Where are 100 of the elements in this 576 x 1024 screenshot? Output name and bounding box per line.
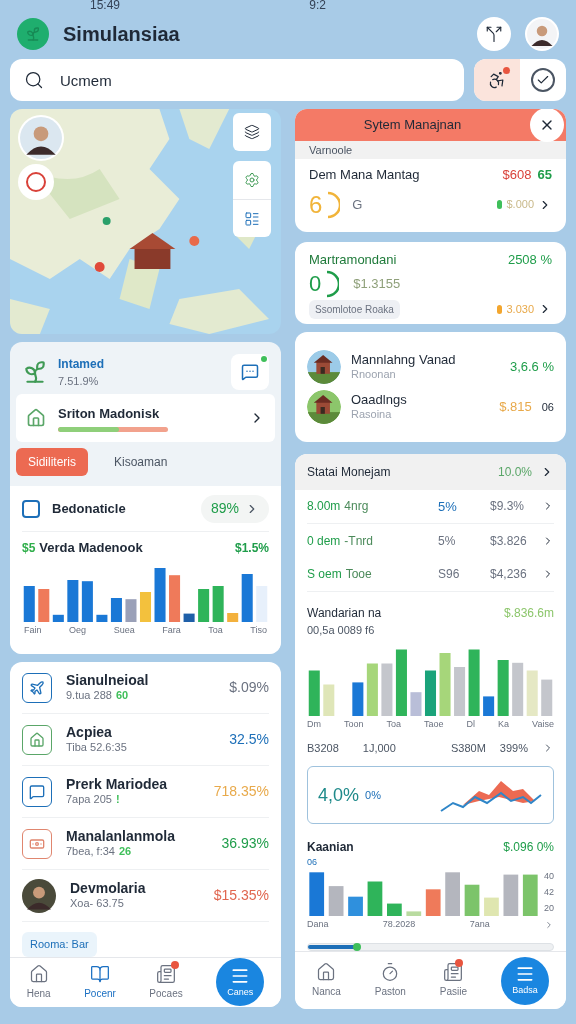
bar [464,884,480,916]
nav-item[interactable]: Pasiie [439,962,468,1000]
summary-title: Bedonaticle [52,499,127,518]
axis-label: 40 [544,869,554,883]
bar [454,667,466,717]
bar [309,872,325,916]
nav-item[interactable]: Pocaes [149,963,183,1001]
place-title: Mannlahng Vanad [351,352,457,369]
bar [227,612,239,622]
row-tag: 60 [115,689,129,704]
section-label: Varnoole [295,141,566,159]
stat-value: S380M [451,740,487,756]
row-value: 32.5% [229,730,269,749]
stat-value: B3208 [307,740,340,756]
summary-pill[interactable]: 89% [200,494,269,523]
bar [96,614,108,622]
chat-button[interactable] [231,354,269,390]
nav-fab-button[interactable]: Canes [216,958,265,1007]
progress-card[interactable]: Sriton Madonisk [16,394,275,442]
list-row[interactable]: Acpiea Tiba 52.6:35 32.5% [22,714,269,766]
bar [308,670,320,717]
section-title: Wandarian na [307,604,382,622]
bar [241,573,253,622]
axis-label: 42 [544,886,554,900]
nav-item[interactable]: Nanca [311,962,341,1000]
bar [169,574,181,622]
nav-fab-button[interactable]: Badsa [501,956,549,1005]
bar [198,588,210,622]
bar [410,692,422,717]
axis-label: 78.2028 [382,917,416,931]
list-row[interactable]: Sianulneioal 9.tua 288 60 $.09% [22,662,269,714]
tab[interactable]: Kisoaman [102,448,180,476]
row-percent: 5% [438,532,457,550]
bar [256,585,268,622]
layers-button[interactable] [233,113,271,151]
stat-row[interactable]: S oem Tooe S96 $4,236 [307,557,554,592]
card-title: Martramondani [309,251,397,269]
bar [81,580,93,622]
search-field[interactable]: Ucmem [10,59,464,101]
book-icon [90,963,110,984]
plane-icon [22,672,52,703]
stat-card[interactable]: Martramondani 2508 % 0 $1.3155 Ssomlotoe Roaka 3.030 [295,242,566,324]
list-row[interactable]: Prerk Mariodea 7apa 205 ! 718.35% [22,766,269,818]
place-row[interactable]: Oaadlngs Rasoina $.815 06 [307,390,554,424]
axis-label: Oeg [69,623,87,637]
chart-title: Kaanian [307,839,354,857]
row-tag: ! [115,793,120,808]
gauge-label: G [352,195,364,214]
stat-row[interactable]: 8.00m 4nrg 5% $9.3% [307,489,554,524]
card-title: Sriton Madonisk [58,404,161,423]
item-title: Dem Mana Mantag [309,166,421,184]
home-icon [28,963,49,984]
row-subtitle: 9.tua 288 [66,689,112,704]
bar-label: 06 [307,856,318,870]
stat-row[interactable]: 0 dem -Tnrd 5% $3.826 [307,523,554,558]
list-row[interactable]: Devmolaria Xoa- 63.75 $15.35% [22,870,269,922]
bar [395,649,407,717]
trend-unit: 0% [365,788,382,804]
chart-value: $1.5% [234,539,269,557]
panel-subtitle: 7.51.9% [58,373,100,389]
bar [484,897,499,916]
row-sub: -Tnrd [344,532,375,550]
row-title: Acpiea [66,723,113,742]
row-title: Sianulneioal [66,671,150,690]
chat-icon [241,363,259,381]
row-sub: Tooe [345,566,373,584]
row-amount: $4,236 [490,566,528,584]
bar [512,663,524,717]
trend-value: 4,0% [318,783,360,807]
status-value: 3.030 [506,301,534,317]
share-button[interactable] [477,17,511,51]
row-name: S oem [307,566,342,584]
chart-prefix: $5 [22,539,36,557]
nav-item[interactable]: Hena [26,963,51,1001]
bar [406,911,422,916]
row-sub: 4nrg [344,498,370,516]
row-subtitle: Tiba 52.6:35 [66,741,127,756]
close-button[interactable] [530,109,564,142]
bar [439,653,451,717]
bar [23,585,35,622]
nav-item[interactable]: Pocenr [84,963,116,1001]
place-title: Oaadlngs [351,392,408,409]
filter-chip[interactable]: Rooma: Bar [22,932,97,957]
place-value: 3,6.6 % [509,358,554,377]
row-amount: $3.826 [490,532,528,550]
row-percent: 5% [438,497,458,516]
avatar [20,117,62,159]
tab[interactable]: Sidiliteris [16,448,88,476]
row-name: 8.00m [307,498,341,516]
stat-value: 1J,000 [361,740,397,756]
bar [352,682,364,717]
place-row[interactable]: Mannlahng Vanad Rnoonan 3,6.6 % [307,350,554,384]
item-amount: $608 [502,166,532,184]
alert-button[interactable] [474,59,520,101]
nav-item[interactable]: Paston [374,962,406,1000]
axis-label: Dl [466,718,476,732]
list-row[interactable]: Manalanlanmola 7bea, f:34 26 36.93% [22,818,269,870]
bar [445,872,460,916]
row-value: $15.35% [213,886,269,905]
axis-label: Dm [307,718,321,732]
